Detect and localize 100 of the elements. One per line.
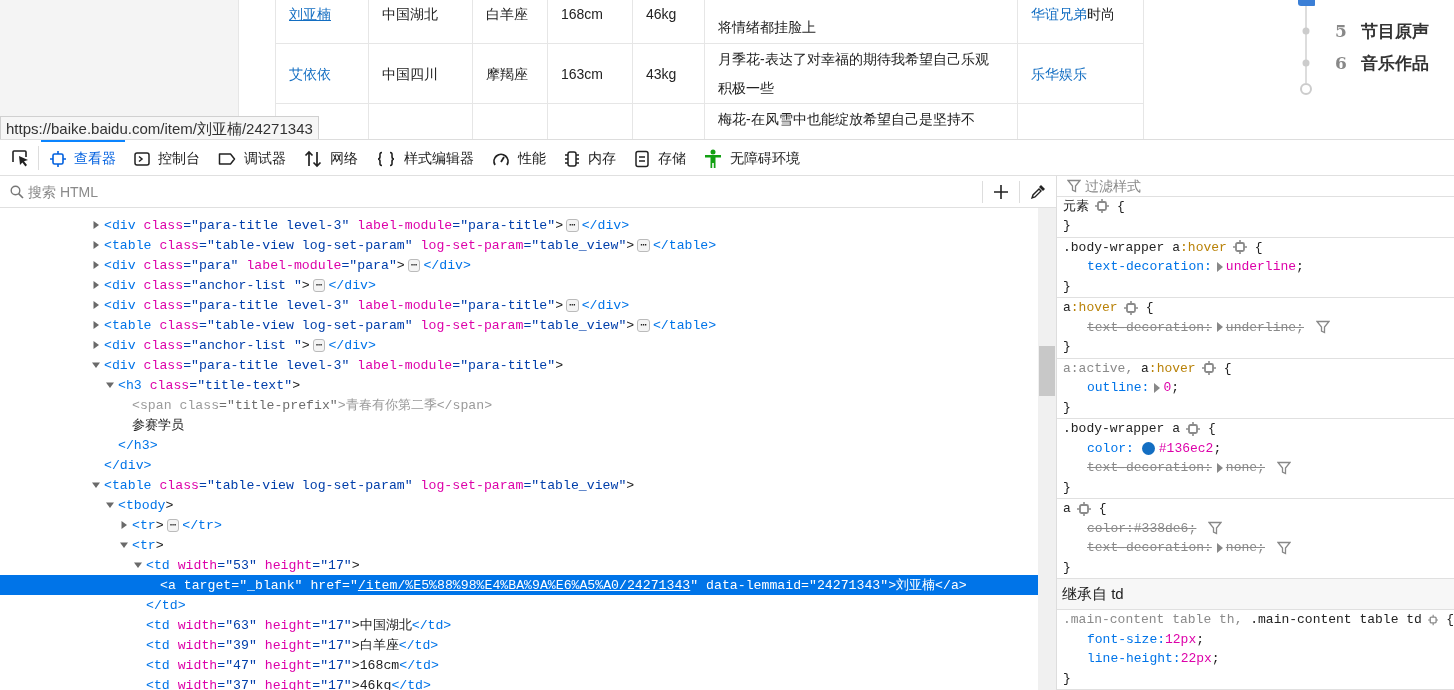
target-icon[interactable] [1095,199,1109,214]
disclosure-triangle-icon[interactable] [91,220,101,230]
markup-text: </td> [146,597,186,613]
disclosure-triangle-icon[interactable] [91,480,101,490]
devtools-tab[interactable]: 无障碍环境 [695,140,809,175]
tree-node[interactable]: <div class="para-title level-3" label-module="para-title"> ⋯ </div> [0,215,1038,235]
css-selector: .body-wrapper a:hover [1063,239,1227,255]
target-icon[interactable] [1076,501,1091,516]
add-icon[interactable] [993,183,1009,200]
tree-node[interactable]: </td> [0,595,1038,615]
devtools-tab[interactable]: 网络 [295,140,367,175]
tree-node[interactable]: <td width="47" height="17">168cm</td> [0,655,1038,675]
toc-number: 6 [1335,53,1348,73]
color-swatch[interactable] [1141,441,1155,455]
devtools-tab[interactable]: 样式编辑器 [367,140,483,175]
tree-node[interactable]: <table class="table-view log-set-param" log-set-param="table_view"> ⋯ </table> [0,315,1038,335]
markup-text: <tr> [132,537,164,553]
filter-icon[interactable] [1276,460,1291,475]
property-name: outline: [1087,380,1150,396]
toc-link[interactable]: 音乐作品 [1361,51,1429,75]
disclosure-triangle-icon[interactable] [91,280,101,290]
tree-node[interactable]: </div> [0,455,1038,475]
tree-node[interactable]: 参赛学员 [0,415,1038,435]
ellipsis-button[interactable]: ⋯ [566,218,579,232]
disclosure-triangle-icon[interactable] [119,520,129,530]
brace: { [1208,421,1216,437]
tree-node[interactable]: <tbody> [0,495,1038,515]
filter-icon[interactable] [1315,320,1330,335]
company-link[interactable]: 乐华娱乐 [1031,65,1087,82]
url-link[interactable]: /item/%E5%88%98%E4%BA%9A%E6%A5%A0/24271343 [357,578,691,593]
markup-text: <div class="para" label-module="para"> [104,257,405,273]
tree-node[interactable]: <td width="39" height="17">白羊座</td> [0,635,1038,655]
toc-link[interactable]: 节目原声 [1361,19,1429,43]
expand-triangle-icon[interactable] [1153,382,1162,393]
tree-node[interactable]: <td width="53" height="17"> [0,555,1038,575]
devtools-tab[interactable]: 查看器 [41,140,125,175]
expand-triangle-icon[interactable] [1215,322,1224,333]
search-field[interactable]: 搜索 HTML [28,183,982,200]
tree-node[interactable]: </h3> [0,435,1038,455]
markup-text: <td width="39" height="17">白羊座</td> [146,637,439,654]
filter-icon[interactable] [1276,540,1291,555]
ellipsis-button[interactable]: ⋯ [637,318,650,332]
disclosure-triangle-icon[interactable] [91,260,101,270]
tree-node[interactable]: <table class="table-view log-set-param" log-set-param="table_view"> [0,475,1038,495]
target-icon[interactable] [1123,300,1138,315]
tree-node[interactable]: <table class="table-view log-set-param" log-set-param="table_view"> ⋯ </table> [0,235,1038,255]
eyedropper-icon[interactable] [1030,183,1046,200]
property-name: color: [1087,520,1134,536]
company-link[interactable]: 华谊兄弟 [1031,5,1087,22]
devtools-tab[interactable]: 内存 [555,140,625,175]
disclosure-triangle-icon[interactable] [105,500,115,510]
target-icon[interactable] [1201,361,1216,376]
tree-node[interactable]: <h3 class="title-text"> [0,375,1038,395]
disclosure-triangle-icon[interactable] [105,380,115,390]
disclosure-triangle-icon[interactable] [91,340,101,350]
devtools-tab[interactable]: 控制台 [125,140,209,175]
ellipsis-button[interactable]: ⋯ [566,298,579,312]
tree-node[interactable]: <span class="title-prefix">青春有你第二季</span> [0,395,1038,415]
ellipsis-button[interactable]: ⋯ [312,338,326,352]
expand-triangle-icon[interactable] [1215,462,1224,473]
disclosure-triangle-icon[interactable] [91,320,101,330]
name-link[interactable]: 刘亚楠 [289,5,331,22]
disclosure-triangle-icon[interactable] [133,560,143,570]
markup-text: </div> [423,257,471,273]
element-picker-icon[interactable] [10,147,30,168]
disclosure-triangle-icon[interactable] [91,300,101,310]
disclosure-triangle-icon[interactable] [91,360,101,370]
tree-node[interactable]: <a target="_blank" href="/item/%E5%88%98%E4%BA%9A%E6%A5%A0/24271343" data-lemmaid="24271343">刘亚楠</a> [0,575,1038,595]
tree-node[interactable]: <div class="para-title level-3" label-module="para-title"> [0,355,1038,375]
target-icon[interactable] [1186,421,1201,436]
brace: } [1063,278,1071,294]
tree-node[interactable]: <tr> [0,535,1038,555]
target-icon[interactable] [1427,612,1439,627]
tree-node[interactable]: <div class="anchor-list "> ⋯ </div> [0,275,1038,295]
expand-triangle-icon[interactable] [1215,261,1224,272]
ellipsis-button[interactable]: ⋯ [407,258,421,272]
name-link[interactable]: 艾依依 [289,65,331,82]
target-icon[interactable] [1232,240,1247,255]
tag-icon [218,150,236,167]
filter-icon[interactable] [1208,521,1223,536]
cell-text: 梅花-在风雪中也能绽放希望自己是坚持不 [718,110,976,129]
property-name: color: [1087,440,1134,456]
disclosure-triangle-icon[interactable] [119,540,129,550]
ellipsis-button[interactable]: ⋯ [637,238,650,252]
tree-node[interactable]: <tr> ⋯ </tr> [0,515,1038,535]
devtools-tab[interactable]: 调试器 [209,140,295,175]
devtools-tab[interactable]: 存储 [625,140,695,175]
tree-node[interactable]: <td width="63" height="17">中国湖北</td> [0,615,1038,635]
disclosure-triangle-icon[interactable] [91,240,101,250]
property-value: underline; [1225,319,1304,335]
tree-node[interactable]: <div class="para" label-module="para"> ⋯ </div> [0,255,1038,275]
expand-triangle-icon[interactable] [1215,542,1224,553]
tree-node[interactable]: <div class="anchor-list "> ⋯ </div> [0,335,1038,355]
ellipsis-button[interactable]: ⋯ [312,278,326,292]
scrollbar[interactable] [1038,208,1056,690]
tree-node[interactable]: <div class="para-title level-3" label-module="para-title"> ⋯ </div> [0,295,1038,315]
devtools-tab[interactable]: 性能 [483,140,555,175]
ellipsis-button[interactable]: ⋯ [166,518,180,532]
brace: } [1063,479,1071,495]
filter-field[interactable]: 过滤样式 [1085,177,1454,194]
